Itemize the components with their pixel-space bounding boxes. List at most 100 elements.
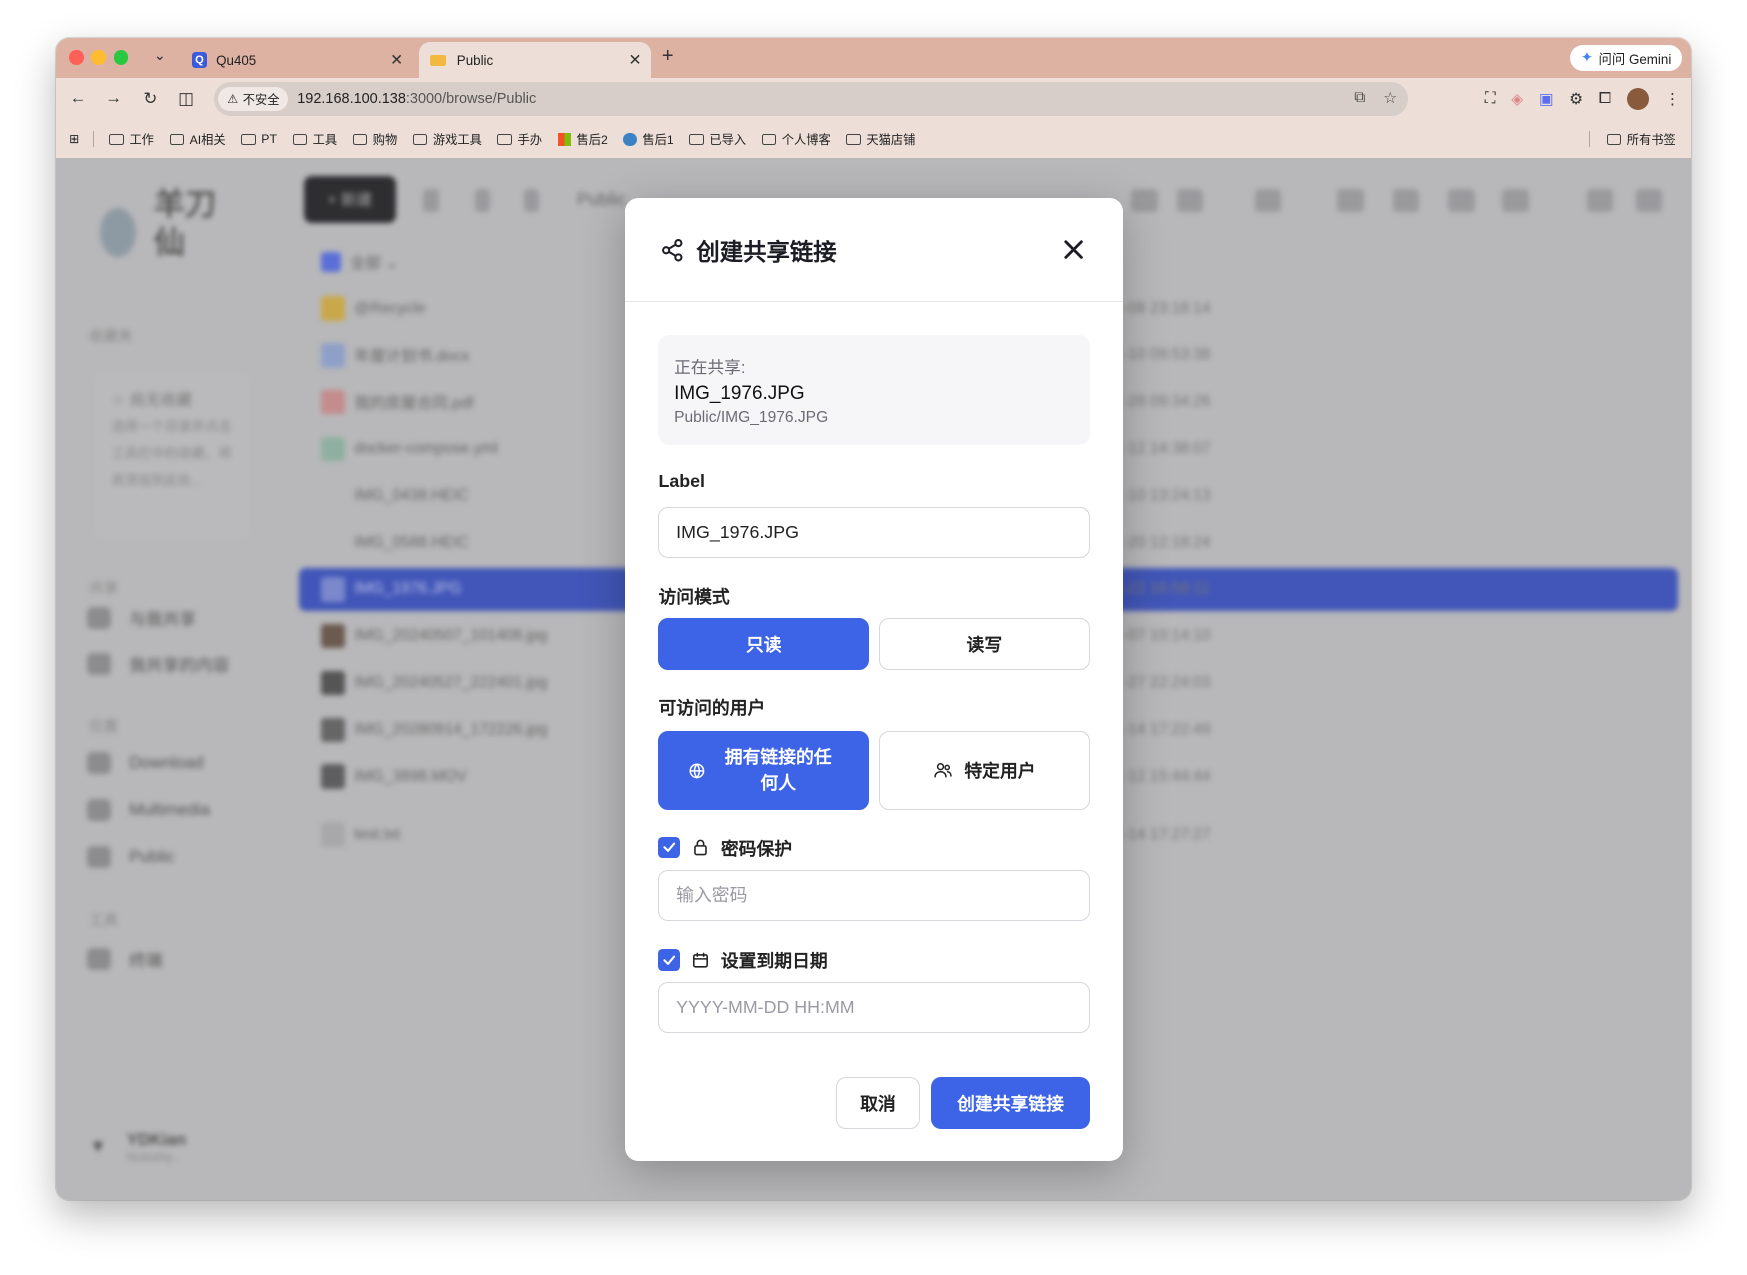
- list-view-icon[interactable]: [1337, 189, 1364, 212]
- read-write-button[interactable]: 读写: [879, 618, 1090, 670]
- user-profile[interactable]: ▼ YDKian Nutsdrty...: [89, 1130, 186, 1164]
- sidebar-item-label: 终端: [129, 951, 163, 971]
- file-date: -12 14:38:07: [1123, 439, 1211, 457]
- apps-grid-icon[interactable]: ⊞: [69, 132, 79, 146]
- sidebar-item-my-shares[interactable]: 我共享的内容: [86, 652, 230, 676]
- close-icon[interactable]: [1058, 234, 1089, 265]
- read-only-button[interactable]: 只读: [658, 618, 870, 670]
- chevron-left-icon[interactable]: [423, 189, 439, 212]
- expiry-checkbox[interactable]: [658, 949, 680, 971]
- tab-close-icon[interactable]: ✕: [624, 51, 646, 70]
- bookmark-folder[interactable]: 已导入: [689, 130, 746, 148]
- cancel-button[interactable]: 取消: [835, 1077, 921, 1129]
- sidebar-item-shared-with-me[interactable]: 与我共享: [86, 606, 196, 630]
- warning-icon: ⚠: [227, 92, 239, 107]
- user-subtitle: Nutsdrty...: [126, 1149, 182, 1164]
- minimize-window-button[interactable]: [91, 50, 106, 65]
- compact-view-icon[interactable]: [1392, 189, 1420, 212]
- gallery-view-icon[interactable]: [1501, 189, 1529, 212]
- arrow-up-icon[interactable]: [523, 189, 540, 212]
- dialog-header: 创建共享链接: [625, 198, 1124, 302]
- all-bookmarks[interactable]: 所有书签: [1576, 130, 1676, 148]
- folder-icon: [846, 133, 861, 145]
- new-button[interactable]: + 新建: [304, 176, 396, 223]
- new-tab-icon[interactable]: +: [662, 45, 674, 68]
- bookmark-folder[interactable]: 工具: [292, 130, 338, 148]
- folder-icon: [412, 133, 428, 145]
- bookmark-folder[interactable]: 工作: [109, 130, 154, 148]
- bookmark-separator: [1588, 131, 1590, 148]
- password-input[interactable]: [658, 870, 1090, 922]
- bookmark-folder[interactable]: 游戏工具: [412, 130, 482, 148]
- drive-icon: [86, 752, 112, 775]
- bookmark-folder[interactable]: PT: [241, 132, 277, 146]
- folder-icon: [241, 133, 256, 145]
- sidebar-item-download[interactable]: Download: [86, 752, 204, 775]
- bookmarks-bar: ⊞ 工作 AI相关 PT 工具 购物 游戏工具 手办 售后2 售后1 已导入 个…: [56, 123, 1692, 156]
- breadcrumb[interactable]: Public: [577, 189, 626, 210]
- sidebar-section-tools: 工具: [89, 913, 119, 930]
- bookmark-label: 手办: [517, 133, 543, 148]
- back-icon[interactable]: ←: [67, 88, 89, 108]
- folder-icon: [497, 133, 512, 145]
- bookmark-link[interactable]: 售后1: [623, 130, 674, 148]
- folder-favicon-icon: [430, 54, 446, 66]
- sort-icon[interactable]: [1254, 189, 1282, 212]
- bookmark-folder[interactable]: AI相关: [169, 130, 226, 148]
- bookmark-link[interactable]: 售后2: [557, 130, 608, 148]
- bookmark-folder[interactable]: 天猫店铺: [846, 130, 915, 148]
- reload-icon[interactable]: ↻: [139, 88, 161, 109]
- tab-public[interactable]: Public ✕: [418, 42, 651, 78]
- terminal-icon: [86, 947, 112, 971]
- sidebar-item-multimedia[interactable]: Multimedia: [86, 798, 210, 822]
- extension-icon[interactable]: ◈: [1511, 90, 1523, 109]
- bookmark-folder[interactable]: 购物: [352, 130, 398, 148]
- sidebar-item-label: 我共享的内容: [129, 655, 230, 675]
- bookmark-star-icon[interactable]: ☆: [1383, 89, 1397, 108]
- translate-icon[interactable]: ⧉: [1354, 89, 1365, 108]
- address-bar[interactable]: ⚠ 不安全 192.168.100.138:3000/browse/Public…: [213, 82, 1409, 116]
- close-window-button[interactable]: [69, 50, 84, 65]
- bookmark-folder[interactable]: 个人博客: [761, 130, 831, 148]
- bookmark-label: 工具: [312, 133, 338, 148]
- tab-qu405[interactable]: Q Qu405 ✕: [183, 42, 413, 78]
- anyone-with-link-label: 拥有链接的任何人: [724, 746, 832, 794]
- text-file-icon: [320, 822, 346, 847]
- bookmark-label: 购物: [372, 133, 398, 148]
- extension-icon[interactable]: ⚙: [1569, 90, 1583, 109]
- search-icon[interactable]: [1635, 189, 1663, 212]
- sidebar-section-shares: 共享: [89, 581, 119, 598]
- forward-icon[interactable]: →: [102, 88, 124, 108]
- create-share-link-dialog: 创建共享链接 正在共享: IMG_1976.JPG Public/IMG_197…: [625, 198, 1124, 1161]
- file-date: -14 17:27:27: [1123, 825, 1211, 843]
- side-panel-icon[interactable]: ◫: [175, 88, 197, 109]
- chevron-right-icon[interactable]: [474, 189, 491, 212]
- bookmark-separator: [92, 131, 94, 148]
- anyone-with-link-button[interactable]: 拥有链接的任何人: [658, 730, 870, 810]
- sidebar-item-public[interactable]: Public: [86, 845, 175, 868]
- security-chip[interactable]: ⚠ 不安全: [218, 86, 289, 112]
- create-share-link-button[interactable]: 创建共享链接: [931, 1077, 1090, 1129]
- profile-avatar[interactable]: [1626, 88, 1650, 111]
- download-icon[interactable]: [1130, 189, 1158, 212]
- gemini-button[interactable]: ✦ 问问 Gemini: [1569, 44, 1683, 72]
- bookmark-label: 游戏工具: [432, 133, 482, 148]
- bell-icon[interactable]: [1586, 189, 1614, 212]
- extension-icon[interactable]: ▣: [1539, 90, 1554, 109]
- maximize-window-button[interactable]: [113, 50, 129, 65]
- specific-users-button[interactable]: 特定用户: [879, 730, 1090, 810]
- label-input[interactable]: [658, 506, 1090, 559]
- grid-view-icon[interactable]: [1448, 189, 1476, 212]
- menu-dots-icon[interactable]: ⋮: [1665, 90, 1681, 109]
- sidebar-item-terminal[interactable]: 终端: [86, 947, 163, 971]
- password-checkbox[interactable]: [658, 836, 680, 859]
- bookmark-folder[interactable]: 手办: [497, 130, 542, 148]
- share-icon[interactable]: [1176, 189, 1204, 212]
- bookmark-label: 个人博客: [781, 133, 831, 148]
- expiry-date-input[interactable]: [658, 981, 1090, 1033]
- tab-close-icon[interactable]: ✕: [386, 51, 408, 70]
- url-host: 192.168.100.138: [297, 91, 406, 108]
- extension-icon[interactable]: ⛶: [1485, 90, 1496, 108]
- puzzle-icon[interactable]: ⧠: [1599, 90, 1611, 108]
- tab-search-icon[interactable]: ⌄: [154, 48, 166, 64]
